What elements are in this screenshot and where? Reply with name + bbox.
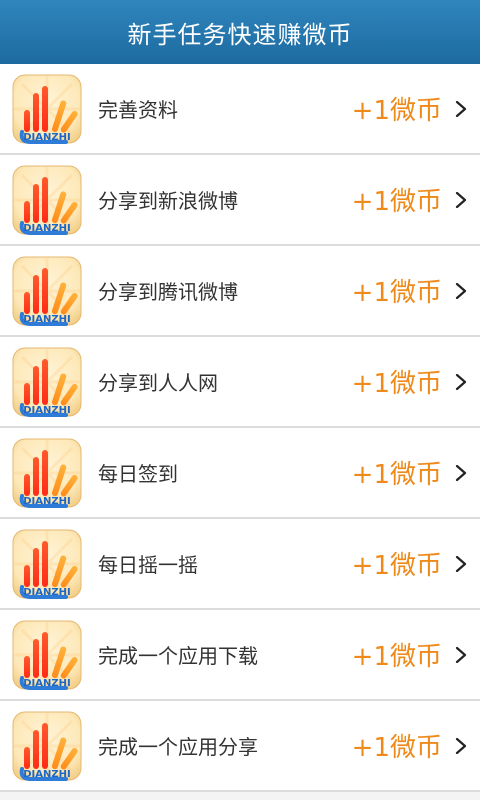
task-row-complete-profile[interactable]: DIANZHI 完善资料 +1微币 — [0, 64, 480, 155]
dianzhi-app-icon: DIANZHI — [12, 256, 82, 326]
task-row-app-download[interactable]: DIANZHI 完成一个应用下载 +1微币 — [0, 610, 480, 701]
task-reward: +1微币 — [351, 96, 442, 126]
page-title: 新手任务快速赚微币 — [127, 20, 353, 49]
chevron-right-shape — [455, 191, 467, 208]
dianzhi-app-icon: DIANZHI — [12, 165, 82, 235]
brand-text: DIANZHI — [23, 132, 70, 143]
task-label: 完成一个应用分享 — [98, 735, 258, 759]
chevron-right-shape — [455, 646, 467, 663]
task-reward: +1微币 — [351, 733, 442, 763]
task-reward: +1微币 — [351, 642, 442, 672]
task-label: 完善资料 — [98, 98, 178, 122]
dianzhi-app-icon: DIANZHI — [12, 74, 82, 144]
brand-text: DIANZHI — [23, 223, 70, 234]
task-label: 完成一个应用下载 — [98, 644, 258, 668]
task-row-daily-checkin[interactable]: DIANZHI 每日签到 +1微币 — [0, 428, 480, 519]
task-label: 每日摇一摇 — [98, 553, 198, 577]
chevron-right-icon — [450, 644, 472, 666]
chevron-right-shape — [455, 737, 467, 754]
task-reward: +1微币 — [351, 278, 442, 308]
chevron-right-shape — [455, 373, 467, 390]
task-row-daily-shake[interactable]: DIANZHI 每日摇一摇 +1微币 — [0, 519, 480, 610]
brand-text: DIANZHI — [23, 314, 70, 325]
brand-text: DIANZHI — [23, 496, 70, 507]
brand-text: DIANZHI — [23, 769, 70, 780]
chevron-right-icon — [450, 371, 472, 393]
dianzhi-app-icon: DIANZHI — [12, 438, 82, 508]
page-title-bar: 新手任务快速赚微币 — [0, 0, 480, 64]
dianzhi-app-icon: DIANZHI — [12, 347, 82, 417]
task-row-share-renren[interactable]: DIANZHI 分享到人人网 +1微币 — [0, 337, 480, 428]
chevron-right-icon — [450, 280, 472, 302]
task-reward: +1微币 — [351, 187, 442, 217]
chevron-right-shape — [455, 282, 467, 299]
dianzhi-app-icon: DIANZHI — [12, 711, 82, 781]
chevron-right-shape — [455, 555, 467, 572]
task-reward: +1微币 — [351, 551, 442, 581]
task-row-share-sina-weibo[interactable]: DIANZHI 分享到新浪微博 +1微币 — [0, 155, 480, 246]
chevron-right-shape — [455, 464, 467, 481]
chevron-right-icon — [450, 98, 472, 120]
task-label: 分享到人人网 — [98, 371, 218, 395]
task-list: DIANZHI 完善资料 +1微币 DIANZHI 分享到新浪微博 +1微币 D… — [0, 64, 480, 792]
task-label: 分享到腾讯微博 — [98, 280, 238, 304]
dianzhi-app-icon: DIANZHI — [12, 620, 82, 690]
task-row-share-tencent-weibo[interactable]: DIANZHI 分享到腾讯微博 +1微币 — [0, 246, 480, 337]
task-label: 分享到新浪微博 — [98, 189, 238, 213]
chevron-right-icon — [450, 189, 472, 211]
dianzhi-app-icon: DIANZHI — [12, 529, 82, 599]
task-label: 每日签到 — [98, 462, 178, 486]
task-reward: +1微币 — [351, 369, 442, 399]
brand-text: DIANZHI — [23, 587, 70, 598]
chevron-right-shape — [455, 100, 467, 117]
chevron-right-icon — [450, 462, 472, 484]
brand-text: DIANZHI — [23, 405, 70, 416]
chevron-right-icon — [450, 553, 472, 575]
brand-text: DIANZHI — [23, 678, 70, 689]
chevron-right-icon — [450, 735, 472, 757]
task-row-app-share[interactable]: DIANZHI 完成一个应用分享 +1微币 — [0, 701, 480, 792]
task-reward: +1微币 — [351, 460, 442, 490]
